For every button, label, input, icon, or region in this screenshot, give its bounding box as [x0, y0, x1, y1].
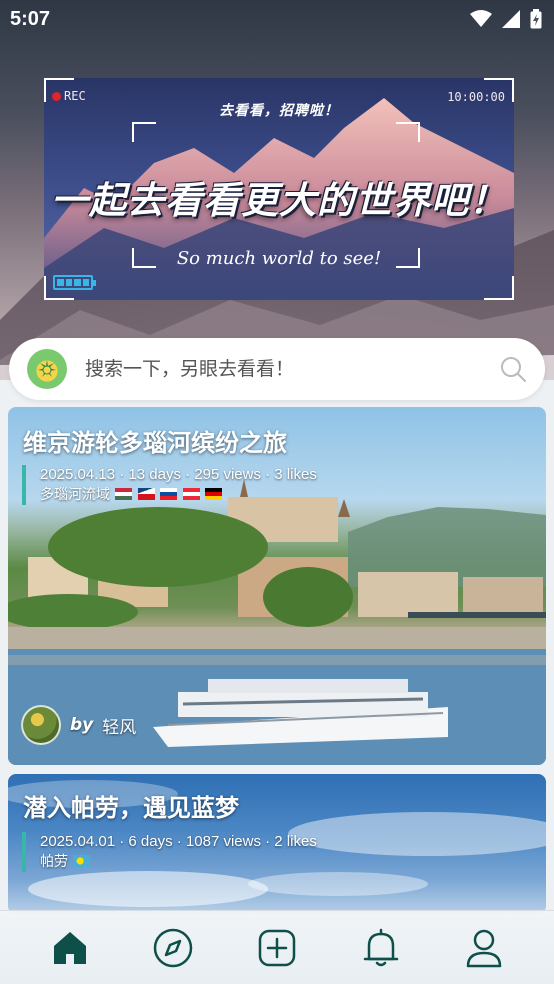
trip-card[interactable]: 潜入帕劳，遇见蓝梦 2025.04.01 · 6 days · 1087 vie… — [8, 774, 546, 914]
search-input[interactable] — [85, 358, 499, 380]
compass-icon — [154, 928, 193, 967]
trip-stats: 2025.04.13 · 13 days · 295 views · 3 lik… — [40, 466, 317, 483]
banner-subtitle: So much world to see! — [176, 248, 382, 269]
status-time: 5:07 — [10, 7, 51, 30]
search-bar[interactable] — [9, 338, 545, 400]
banner-title: 一起去看看更大的世界吧！ — [51, 179, 507, 222]
germany-flag-icon — [205, 488, 223, 500]
author-by-label: by — [70, 715, 94, 735]
battery-icon — [530, 9, 542, 29]
trip-stats: 2025.04.01 · 6 days · 1087 views · 2 lik… — [40, 833, 317, 850]
avatar — [21, 705, 61, 745]
nav-notifications[interactable] — [351, 918, 411, 978]
trip-title: 潜入帕劳，遇见蓝梦 — [23, 794, 239, 822]
trip-meta: 2025.04.01 · 6 days · 1087 views · 2 lik… — [22, 832, 317, 872]
trip-region: 帕劳 — [40, 854, 68, 870]
nav-home[interactable] — [40, 918, 100, 978]
trip-title: 维京游轮多瑙河缤纷之旅 — [23, 429, 287, 457]
trip-meta: 2025.04.13 · 13 days · 295 views · 3 lik… — [22, 465, 317, 505]
czech-flag-icon — [137, 488, 155, 500]
bottom-nav — [0, 910, 554, 984]
viewfinder-corner-icon — [484, 78, 514, 102]
focus-corner-icon — [132, 122, 156, 142]
hungary-flag-icon — [115, 488, 133, 500]
search-icon[interactable] — [499, 355, 527, 383]
profile-icon — [466, 929, 502, 967]
viewfinder-corner-icon — [484, 276, 514, 300]
bell-icon — [363, 928, 398, 966]
app-logo-icon — [27, 349, 67, 389]
nav-discover[interactable] — [143, 918, 203, 978]
signal-icon — [502, 10, 520, 28]
trip-region: 多瑙河流域 — [40, 487, 110, 503]
status-icons — [470, 9, 542, 29]
focus-corner-icon — [396, 122, 420, 142]
trip-region-row: 多瑙河流域 — [40, 485, 317, 505]
author-name: 轻风 — [102, 717, 137, 738]
nav-add[interactable] — [247, 918, 307, 978]
trip-author[interactable]: by 轻风 — [21, 705, 136, 745]
home-icon — [53, 931, 86, 964]
add-icon — [258, 929, 296, 966]
trip-region-row: 帕劳 — [40, 852, 317, 872]
focus-corner-icon — [132, 248, 156, 268]
trip-card[interactable]: 维京游轮多瑙河缤纷之旅 2025.04.13 · 13 days · 295 v… — [8, 407, 546, 765]
nav-profile[interactable] — [454, 918, 514, 978]
wifi-icon — [470, 10, 492, 27]
banner-slogan: 去看看，招聘啦！ — [219, 103, 339, 119]
viewfinder-corner-icon — [44, 78, 74, 102]
focus-corner-icon — [396, 248, 420, 268]
slovakia-flag-icon — [160, 488, 178, 500]
palau-flag-icon — [73, 855, 91, 867]
promo-banner[interactable]: REC 10:00:00 去看看，招聘啦！ 一起去看看更大的世界吧！ So mu… — [44, 78, 514, 300]
viewfinder-corner-icon — [44, 276, 74, 300]
austria-flag-icon — [182, 488, 200, 500]
status-bar: 5:07 — [0, 0, 554, 38]
